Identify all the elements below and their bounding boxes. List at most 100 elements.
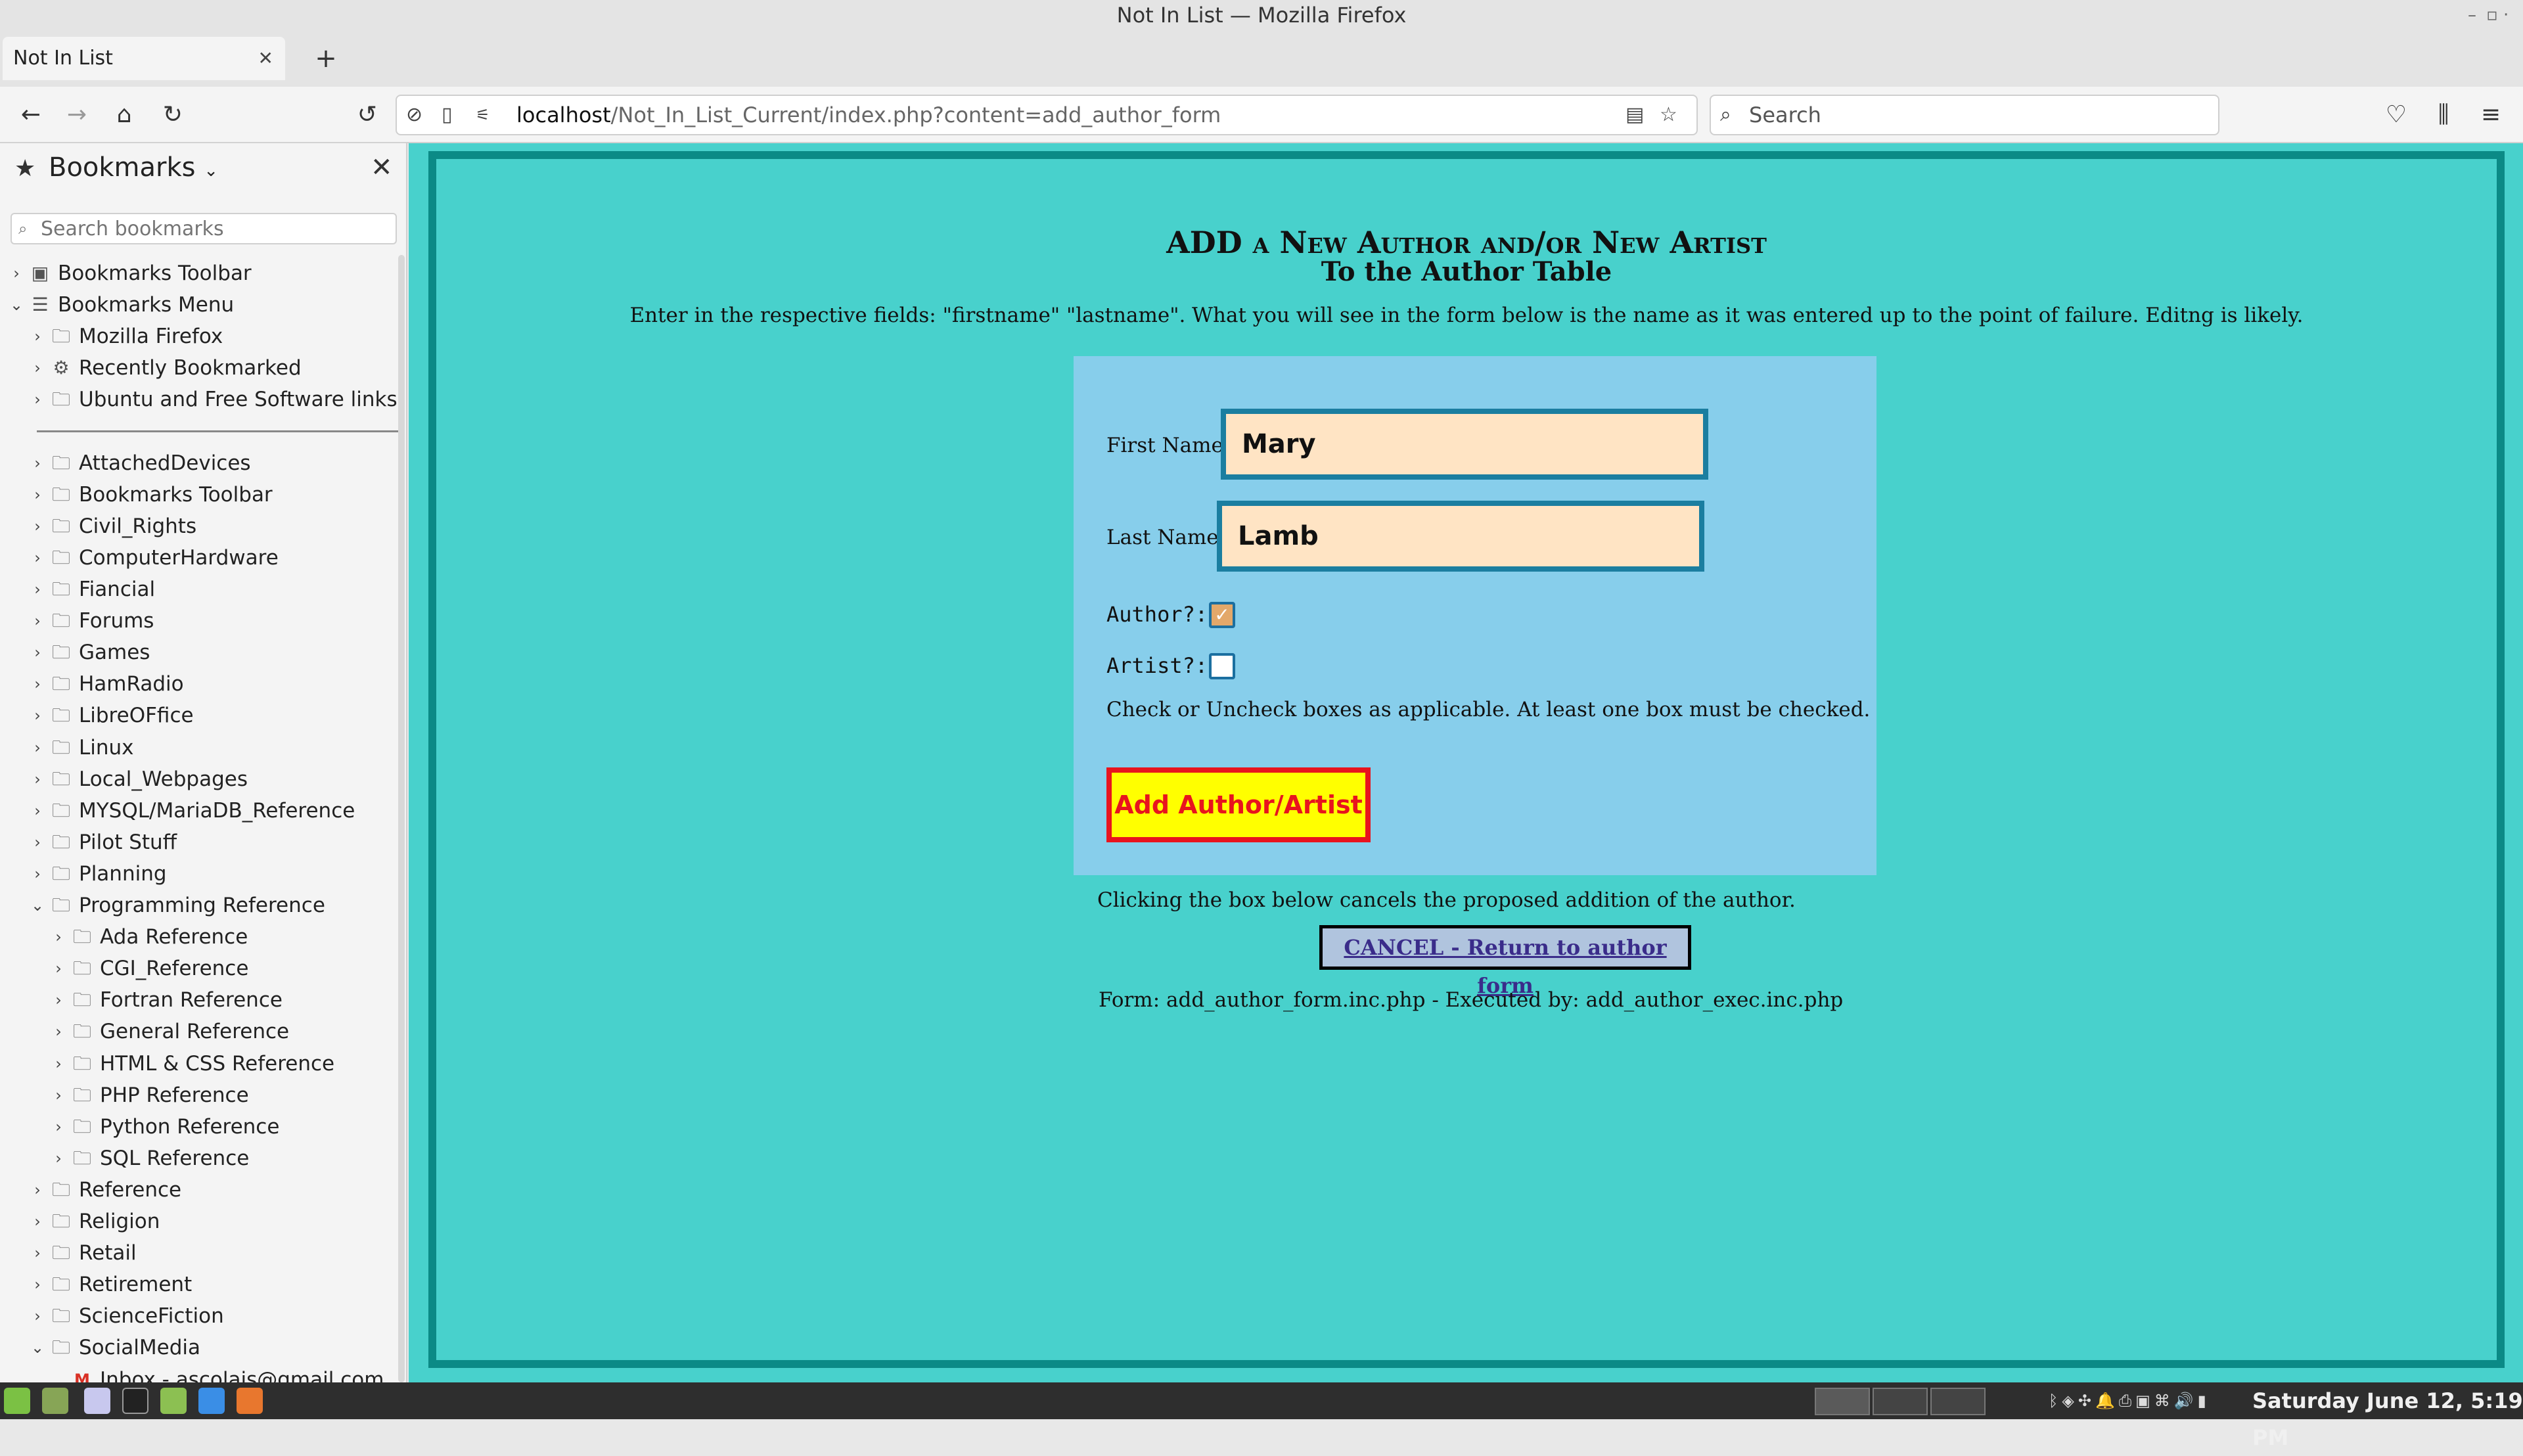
minimize-icon[interactable]: – xyxy=(2468,5,2476,25)
tracking-protection-icon[interactable]: ⊘ xyxy=(406,96,422,134)
volume-icon[interactable]: 🔊 xyxy=(2174,1392,2198,1410)
chevron-right-icon[interactable]: › xyxy=(29,1269,46,1300)
bookmark-item[interactable]: › 🗀 Civil_Rights xyxy=(0,511,394,542)
tab-not-in-list[interactable]: Not In List ✕ xyxy=(3,37,285,80)
chevron-right-icon[interactable]: › xyxy=(50,1048,67,1080)
chevron-right-icon[interactable]: › xyxy=(29,637,46,668)
chevron-right-icon[interactable]: › xyxy=(29,1206,46,1237)
chevron-right-icon[interactable]: › xyxy=(29,1237,46,1269)
chevron-right-icon[interactable]: › xyxy=(50,1111,67,1143)
bookmark-item[interactable]: › 🗀 CGI_Reference xyxy=(0,953,394,984)
bookmark-item[interactable]: › 🗀 Reference xyxy=(0,1174,394,1206)
chevron-right-icon[interactable]: › xyxy=(29,858,46,890)
bookmark-item[interactable]: › 🗀 Linux xyxy=(0,732,394,763)
chevron-right-icon[interactable]: › xyxy=(50,984,67,1016)
artist-checkbox[interactable] xyxy=(1209,653,1235,679)
chevron-right-icon[interactable]: › xyxy=(29,795,46,827)
clipboard-icon[interactable]: ▣ xyxy=(2135,1392,2154,1410)
maximize-icon[interactable]: ▫ xyxy=(2486,5,2498,25)
battery-icon[interactable]: ▮ xyxy=(2198,1392,2210,1410)
chevron-right-icon[interactable]: › xyxy=(50,921,67,953)
chevron-right-icon[interactable]: › xyxy=(29,384,46,415)
bookmark-item[interactable]: › 🗀 LibreOFfice xyxy=(0,700,394,731)
text-editor-icon[interactable] xyxy=(84,1388,110,1414)
bookmark-item[interactable]: › 🗀 Local_Webpages xyxy=(0,763,394,795)
chevron-right-icon[interactable]: › xyxy=(29,511,46,542)
cancel-return-link[interactable]: CANCEL - Return to author form xyxy=(1319,925,1691,998)
bookmark-item[interactable]: › 🗀 Games xyxy=(0,637,394,668)
pocket-icon[interactable]: ♡ xyxy=(2376,95,2417,135)
last-name-input[interactable] xyxy=(1217,501,1704,572)
permissions-icon[interactable]: ⚟ xyxy=(476,96,490,134)
workspace-2[interactable] xyxy=(1873,1388,1928,1415)
reader-view-icon[interactable]: ▤ xyxy=(1625,96,1644,134)
taskbar-clock[interactable]: Saturday June 12, 5:19 PM xyxy=(2252,1382,2523,1450)
close-sidebar-icon[interactable]: ✕ xyxy=(371,152,393,183)
system-tray[interactable]: ᛒ◈✣🔔⎙▣⌘🔊▮ xyxy=(2049,1382,2210,1419)
network-icon[interactable]: ✣ xyxy=(2078,1392,2095,1410)
bookmark-item[interactable]: › 🗀 MYSQL/MariaDB_Reference xyxy=(0,795,394,827)
author-checkbox[interactable]: ✓ xyxy=(1209,602,1235,628)
bookmark-item[interactable]: › 🗀 PHP Reference xyxy=(0,1080,394,1111)
chevron-right-icon[interactable]: › xyxy=(29,352,46,384)
chevron-right-icon[interactable]: › xyxy=(29,542,46,574)
url-text[interactable]: localhost/Not_In_List_Current/index.php?… xyxy=(516,96,1221,134)
search-bar[interactable]: ⌕ Search xyxy=(1710,95,2219,135)
bookmark-item[interactable]: › 🗀 AttachedDevices xyxy=(0,447,394,479)
bookmark-item[interactable]: › 🗀 Forums xyxy=(0,605,394,637)
add-author-artist-button[interactable]: Add Author/Artist xyxy=(1106,767,1371,842)
bookmark-item[interactable]: › 🗀 Fiancial xyxy=(0,574,394,605)
sidebar-title-dropdown[interactable]: Bookmarks ⌄ xyxy=(49,152,218,183)
chevron-right-icon[interactable]: › xyxy=(29,732,46,763)
bookmark-item[interactable]: › 🗀 Bookmarks Toolbar xyxy=(0,479,394,511)
bookmark-item[interactable]: › 🗀 Ada Reference xyxy=(0,921,394,953)
terminal-icon[interactable] xyxy=(122,1388,148,1414)
library-icon[interactable]: ⫼ xyxy=(2423,95,2464,135)
chevron-right-icon[interactable]: › xyxy=(50,1143,67,1174)
chevron-right-icon[interactable]: › xyxy=(29,479,46,511)
url-bar[interactable]: ⊘ ▯ ⚟ localhost/Not_In_List_Current/inde… xyxy=(396,95,1698,135)
document-icon[interactable] xyxy=(198,1388,225,1414)
shield-icon[interactable]: ◈ xyxy=(2062,1392,2078,1410)
chevron-right-icon[interactable]: › xyxy=(50,953,67,984)
bookmark-item[interactable]: › 🗀 Fortran Reference xyxy=(0,984,394,1016)
bookmark-item[interactable]: › 🗀 SQL Reference xyxy=(0,1143,394,1174)
bookmark-item[interactable]: › 🗀 HamRadio xyxy=(0,668,394,700)
close-tab-icon[interactable]: ✕ xyxy=(258,37,273,80)
bookmark-item[interactable]: › 🗀 Retirement xyxy=(0,1269,394,1300)
bookmark-item[interactable]: › 🗀 Religion xyxy=(0,1206,394,1237)
new-tab-icon[interactable]: + xyxy=(306,37,346,80)
menu-icon[interactable]: ≡ xyxy=(2470,95,2511,135)
chevron-right-icon[interactable]: › xyxy=(29,1300,46,1332)
bookmark-item[interactable]: › ▣ Bookmarks Toolbar xyxy=(0,258,394,289)
workspace-1[interactable] xyxy=(1815,1388,1870,1415)
file-manager-icon[interactable] xyxy=(160,1388,187,1414)
bookmark-item[interactable]: › 🗀 Retail xyxy=(0,1237,394,1269)
close-window-icon[interactable]: · xyxy=(2503,5,2509,25)
forward-icon[interactable]: → xyxy=(57,95,97,135)
bookmark-item[interactable]: › 🗀 Mozilla Firefox xyxy=(0,321,394,352)
back-icon[interactable]: ← xyxy=(11,95,51,135)
history-icon[interactable]: ↺ xyxy=(347,95,388,135)
bookmark-item[interactable]: › 🗀 ComputerHardware xyxy=(0,542,394,574)
bookmark-item[interactable]: ⌄ 🗀 SocialMedia xyxy=(0,1332,394,1363)
first-name-input[interactable] xyxy=(1221,409,1708,480)
chevron-right-icon[interactable]: › xyxy=(29,321,46,352)
bookmark-item[interactable]: › 🗀 Pilot Stuff xyxy=(0,827,394,858)
bookmarks-search[interactable]: ⌕ xyxy=(11,213,397,244)
chevron-right-icon[interactable]: › xyxy=(29,700,46,731)
firefox-icon[interactable] xyxy=(237,1388,263,1414)
bookmarks-search-input[interactable] xyxy=(41,217,389,240)
chevron-down-icon[interactable]: ⌄ xyxy=(29,1332,46,1363)
bookmark-item[interactable]: ⌄ 🗀 Programming Reference xyxy=(0,890,394,921)
home-icon[interactable]: ⌂ xyxy=(104,95,145,135)
chevron-right-icon[interactable]: › xyxy=(8,258,25,289)
chevron-right-icon[interactable]: › xyxy=(29,763,46,795)
reload-icon[interactable]: ↻ xyxy=(152,95,193,135)
page-info-icon[interactable]: ▯ xyxy=(442,96,453,134)
bookmark-item[interactable]: › 🗀 HTML & CSS Reference xyxy=(0,1048,394,1080)
bookmark-item[interactable]: › 🗀 ScienceFiction xyxy=(0,1300,394,1332)
chevron-right-icon[interactable]: › xyxy=(29,1174,46,1206)
mint-menu-icon[interactable] xyxy=(4,1388,30,1414)
bookmark-item[interactable]: ⌄ ☰ Bookmarks Menu xyxy=(0,289,394,321)
